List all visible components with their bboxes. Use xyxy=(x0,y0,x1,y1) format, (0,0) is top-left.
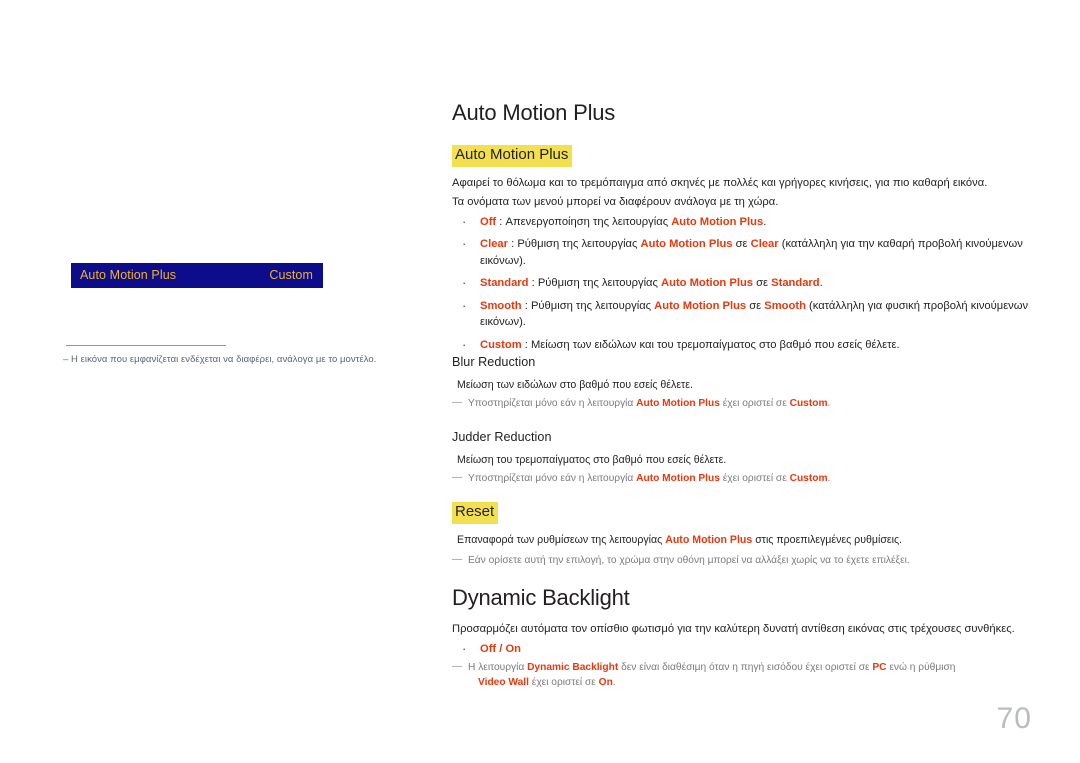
reset-text-before: Επαναφορά των ρυθμίσεων της λειτουργίας xyxy=(457,534,666,546)
option-reference: Auto Motion Plus xyxy=(671,216,764,228)
option-separator: : xyxy=(528,277,538,290)
option-reference-2: Smooth xyxy=(764,299,806,312)
note-dash-icon: ― xyxy=(452,472,463,483)
footnote-dash-icon: ‒ xyxy=(63,354,69,365)
list-item: Smooth : Ρύθμιση της λειτουργίας Auto Mo… xyxy=(452,297,1042,331)
note-text-before: Υποστηρίζεται μόνο εάν η λειτουργία xyxy=(468,398,637,409)
option-separator: : xyxy=(508,238,518,251)
reset-note: ― Εάν ορίσετε αυτή την επιλογή, το χρώμα … xyxy=(452,553,1042,568)
note-reference-2: PC xyxy=(872,662,887,673)
osd-menu-value: Custom xyxy=(269,268,313,283)
highlight-heading-reset: Reset xyxy=(452,502,499,524)
dynamic-backlight-description: Προσαρμόζει αυτόματα τον οπίσθιο φωτισμό… xyxy=(452,623,1015,635)
option-key: Smooth xyxy=(480,299,522,312)
note-text-after: . xyxy=(827,473,831,484)
list-item: Custom : Μείωση των ειδώλων και του τρεμ… xyxy=(452,336,1042,354)
option-text-mid: σε xyxy=(753,277,772,290)
subheading-judder-reduction: Judder Reduction xyxy=(452,430,552,444)
illustration-column: Auto Motion Plus Custom ‒ Η εικόνα που ε… xyxy=(0,0,440,763)
list-item: Clear : Ρύθμιση της λειτουργίας Auto Mot… xyxy=(452,235,1042,269)
option-text-before: Απενεργοποίηση της λειτουργίας xyxy=(505,216,672,228)
option-text-after: . xyxy=(819,277,823,290)
note-continuation: Video Wall έχει οριστεί σε On. xyxy=(468,675,1042,690)
page-number: 70 xyxy=(996,702,1032,735)
list-item: Off / On xyxy=(452,640,1042,658)
dynamic-backlight-note: ― Η λειτουργία Dynamic Backlight δεν είνα… xyxy=(452,660,1042,691)
osd-menu-row-auto-motion-plus[interactable]: Auto Motion Plus Custom xyxy=(71,263,323,288)
note-text-before: Υποστηρίζεται μόνο εάν η λειτουργία xyxy=(468,473,637,484)
osd-menu-label: Auto Motion Plus xyxy=(80,268,177,283)
option-text-before: Ρύθμιση της λειτουργίας xyxy=(517,238,641,251)
note-text: Εάν ορίσετε αυτή την επιλογή, το χρώμα σ… xyxy=(468,555,910,566)
option-key: Off xyxy=(480,216,497,228)
option-reference-2: Clear xyxy=(750,238,779,251)
note-reference-4: On xyxy=(598,677,613,689)
option-text-before: Ρύθμιση της λειτουργίας xyxy=(537,277,662,290)
note-text-after: . xyxy=(612,677,616,689)
content-column: Auto Motion Plus Auto Motion Plus Αφαιρε… xyxy=(452,0,1052,763)
option-separator: : xyxy=(521,299,531,312)
intro-paragraph-2: Τα ονόματα των μενού μπορεί να διαφέρουν… xyxy=(452,196,779,208)
intro-paragraph-1: Αφαιρεί το θόλωμα και το τρεμόπαιγμα από… xyxy=(452,177,988,189)
page-title-dynamic-backlight: Dynamic Backlight xyxy=(452,585,630,610)
note-reference: Auto Motion Plus xyxy=(636,473,720,484)
option-reference: Auto Motion Plus xyxy=(654,299,747,312)
option-reference: Auto Motion Plus xyxy=(661,277,754,290)
option-text-before: Ρύθμιση της λειτουργίας xyxy=(530,299,655,312)
highlight-heading-auto-motion-plus: Auto Motion Plus xyxy=(452,145,573,167)
option-text-before: Μείωση των ειδώλων και του τρεμοπαίγματο… xyxy=(530,338,900,351)
reset-text-after: στις προεπιλεγμένες ρυθμίσεις. xyxy=(752,534,903,546)
option-key: Custom xyxy=(480,338,522,351)
blur-reduction-description: Μείωση των ειδώλων στο βαθμό που εσείς θ… xyxy=(457,379,693,391)
footnote-text: Η εικόνα που εμφανίζεται ενδέχεται να δι… xyxy=(71,354,377,365)
note-reference-3: Video Wall xyxy=(478,677,529,689)
option-reference-2: Standard xyxy=(771,277,820,290)
note-text-mid: έχει οριστεί σε xyxy=(719,473,790,484)
option-separator: : xyxy=(521,338,531,351)
note-dash-icon: ― xyxy=(452,661,463,672)
auto-motion-plus-options-list: Off : Απενεργοποίηση της λειτουργίας Aut… xyxy=(452,213,1042,359)
option-text-after: . xyxy=(763,216,767,228)
note-dash-icon: ― xyxy=(452,554,463,565)
reset-description: Επαναφορά των ρυθμίσεων της λειτουργίας … xyxy=(457,533,1042,548)
option-reference: Auto Motion Plus xyxy=(640,238,733,251)
note-text-before: Η λειτουργία xyxy=(468,662,528,673)
reset-reference: Auto Motion Plus xyxy=(665,534,753,546)
note-text-mid-2: ενώ η ρύθμιση xyxy=(886,662,956,673)
note-text-mid-3: έχει οριστεί σε xyxy=(528,677,599,689)
note-reference: Dynamic Backlight xyxy=(527,662,619,673)
note-reference-2: Custom xyxy=(789,398,828,409)
note-dash-icon: ― xyxy=(452,397,463,408)
note-text-after: . xyxy=(827,398,831,409)
option-key: Off / On xyxy=(480,643,522,655)
footnote-divider xyxy=(66,345,226,346)
list-item: Standard : Ρύθμιση της λειτουργίας Auto … xyxy=(452,274,1042,292)
option-key: Standard xyxy=(480,277,529,290)
judder-reduction-description: Μείωση του τρεμοπαίγματος στο βαθμό που … xyxy=(457,454,727,466)
subheading-blur-reduction: Blur Reduction xyxy=(452,355,536,369)
blur-reduction-note: ― Υποστηρίζεται μόνο εάν η λειτουργία Aut… xyxy=(452,396,1042,411)
page-title-auto-motion-plus: Auto Motion Plus xyxy=(452,100,616,125)
note-text-mid: έχει οριστεί σε xyxy=(719,398,790,409)
illustration-footnote: ‒ Η εικόνα που εμφανίζεται ενδέχεται να … xyxy=(63,353,423,366)
manual-page: Auto Motion Plus Custom ‒ Η εικόνα που ε… xyxy=(0,0,1080,763)
option-key: Clear xyxy=(480,238,508,251)
note-reference: Auto Motion Plus xyxy=(636,398,720,409)
note-reference-2: Custom xyxy=(789,473,828,484)
note-text-mid: δεν είναι διαθέσιμη όταν η πηγή εισόδου … xyxy=(618,662,873,673)
option-text-mid: σε xyxy=(732,238,751,251)
list-item: Off : Απενεργοποίηση της λειτουργίας Aut… xyxy=(452,213,1042,231)
option-text-mid: σε xyxy=(746,299,765,312)
judder-reduction-note: ― Υποστηρίζεται μόνο εάν η λειτουργία Aut… xyxy=(452,471,1042,486)
